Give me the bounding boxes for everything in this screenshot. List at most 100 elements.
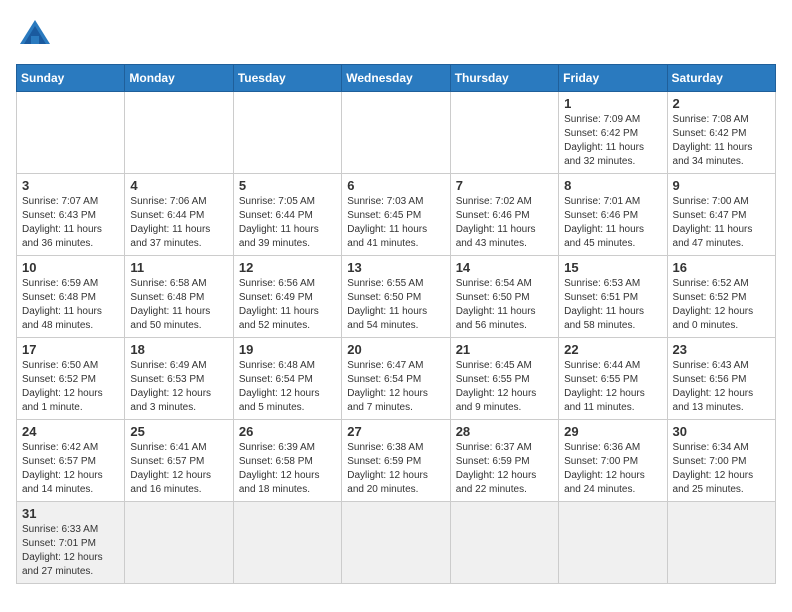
day-number: 4 [130, 178, 227, 193]
calendar-day-cell: 19 Sunrise: 6:48 AM Sunset: 6:54 PM Dayli… [233, 338, 341, 420]
day-number: 9 [673, 178, 770, 193]
weekday-header: Wednesday [342, 65, 450, 92]
calendar-table: SundayMondayTuesdayWednesdayThursdayFrid… [16, 64, 776, 584]
calendar-day-cell: 8 Sunrise: 7:01 AM Sunset: 6:46 PM Daylig… [559, 174, 667, 256]
day-info: Sunrise: 6:42 AM Sunset: 6:57 PM Dayligh… [22, 441, 119, 497]
calendar-day-cell: 10 Sunrise: 6:59 AM Sunset: 6:48 PM Dayli… [17, 256, 125, 338]
day-info: Sunrise: 6:53 AM Sunset: 6:51 PM Dayligh… [564, 277, 661, 333]
day-info: Sunrise: 7:02 AM Sunset: 6:46 PM Dayligh… [456, 195, 553, 251]
calendar-day-cell [233, 92, 341, 174]
day-info: Sunrise: 6:43 AM Sunset: 6:56 PM Dayligh… [673, 359, 770, 415]
weekday-header: Sunday [17, 65, 125, 92]
calendar-day-cell: 12 Sunrise: 6:56 AM Sunset: 6:49 PM Dayli… [233, 256, 341, 338]
day-number: 25 [130, 424, 227, 439]
day-number: 28 [456, 424, 553, 439]
day-info: Sunrise: 6:45 AM Sunset: 6:55 PM Dayligh… [456, 359, 553, 415]
day-number: 29 [564, 424, 661, 439]
calendar-day-cell: 2 Sunrise: 7:08 AM Sunset: 6:42 PM Daylig… [667, 92, 775, 174]
calendar-day-cell: 25 Sunrise: 6:41 AM Sunset: 6:57 PM Dayli… [125, 420, 233, 502]
day-info: Sunrise: 7:05 AM Sunset: 6:44 PM Dayligh… [239, 195, 336, 251]
day-number: 10 [22, 260, 119, 275]
day-info: Sunrise: 7:06 AM Sunset: 6:44 PM Dayligh… [130, 195, 227, 251]
page-header [16, 16, 776, 54]
day-number: 17 [22, 342, 119, 357]
calendar-day-cell: 21 Sunrise: 6:45 AM Sunset: 6:55 PM Dayli… [450, 338, 558, 420]
calendar-day-cell: 4 Sunrise: 7:06 AM Sunset: 6:44 PM Daylig… [125, 174, 233, 256]
weekday-header: Saturday [667, 65, 775, 92]
day-number: 19 [239, 342, 336, 357]
calendar-day-cell: 7 Sunrise: 7:02 AM Sunset: 6:46 PM Daylig… [450, 174, 558, 256]
day-info: Sunrise: 6:36 AM Sunset: 7:00 PM Dayligh… [564, 441, 661, 497]
day-info: Sunrise: 7:07 AM Sunset: 6:43 PM Dayligh… [22, 195, 119, 251]
day-info: Sunrise: 6:39 AM Sunset: 6:58 PM Dayligh… [239, 441, 336, 497]
day-number: 7 [456, 178, 553, 193]
calendar-header: SundayMondayTuesdayWednesdayThursdayFrid… [17, 65, 776, 92]
weekday-header: Thursday [450, 65, 558, 92]
day-info: Sunrise: 7:09 AM Sunset: 6:42 PM Dayligh… [564, 113, 661, 169]
calendar-week-row: 10 Sunrise: 6:59 AM Sunset: 6:48 PM Dayli… [17, 256, 776, 338]
calendar-day-cell: 17Sunrise: 6:50 AM Sunset: 6:52 PM Dayli… [17, 338, 125, 420]
day-number: 15 [564, 260, 661, 275]
day-info: Sunrise: 6:59 AM Sunset: 6:48 PM Dayligh… [22, 277, 119, 333]
day-info: Sunrise: 7:01 AM Sunset: 6:46 PM Dayligh… [564, 195, 661, 251]
day-number: 1 [564, 96, 661, 111]
calendar-day-cell: 26 Sunrise: 6:39 AM Sunset: 6:58 PM Dayli… [233, 420, 341, 502]
calendar-week-row: 31 Sunrise: 6:33 AM Sunset: 7:01 PM Dayli… [17, 502, 776, 584]
calendar-day-cell: 15 Sunrise: 6:53 AM Sunset: 6:51 PM Dayli… [559, 256, 667, 338]
day-info: Sunrise: 6:41 AM Sunset: 6:57 PM Dayligh… [130, 441, 227, 497]
calendar-day-cell [125, 92, 233, 174]
day-number: 2 [673, 96, 770, 111]
calendar-day-cell [342, 502, 450, 584]
day-info: Sunrise: 6:44 AM Sunset: 6:55 PM Dayligh… [564, 359, 661, 415]
calendar-day-cell: 11 Sunrise: 6:58 AM Sunset: 6:48 PM Dayli… [125, 256, 233, 338]
calendar-day-cell: 29 Sunrise: 6:36 AM Sunset: 7:00 PM Dayli… [559, 420, 667, 502]
day-number: 20 [347, 342, 444, 357]
day-number: 5 [239, 178, 336, 193]
day-number: 8 [564, 178, 661, 193]
day-number: 14 [456, 260, 553, 275]
calendar-week-row: 1 Sunrise: 7:09 AM Sunset: 6:42 PM Daylig… [17, 92, 776, 174]
logo-icon [16, 16, 54, 54]
day-number: 24 [22, 424, 119, 439]
calendar-day-cell [667, 502, 775, 584]
weekday-header: Monday [125, 65, 233, 92]
day-number: 11 [130, 260, 227, 275]
calendar-day-cell [559, 502, 667, 584]
day-number: 27 [347, 424, 444, 439]
day-info: Sunrise: 6:37 AM Sunset: 6:59 PM Dayligh… [456, 441, 553, 497]
day-info: Sunrise: 7:00 AM Sunset: 6:47 PM Dayligh… [673, 195, 770, 251]
calendar-day-cell: 22 Sunrise: 6:44 AM Sunset: 6:55 PM Dayli… [559, 338, 667, 420]
day-number: 22 [564, 342, 661, 357]
calendar-week-row: 24 Sunrise: 6:42 AM Sunset: 6:57 PM Dayli… [17, 420, 776, 502]
day-number: 12 [239, 260, 336, 275]
day-info: Sunrise: 6:47 AM Sunset: 6:54 PM Dayligh… [347, 359, 444, 415]
calendar-day-cell: 14Sunrise: 6:54 AM Sunset: 6:50 PM Dayli… [450, 256, 558, 338]
day-info: Sunrise: 6:58 AM Sunset: 6:48 PM Dayligh… [130, 277, 227, 333]
calendar-week-row: 3Sunrise: 7:07 AM Sunset: 6:43 PM Daylig… [17, 174, 776, 256]
calendar-day-cell: 20 Sunrise: 6:47 AM Sunset: 6:54 PM Dayli… [342, 338, 450, 420]
day-info: Sunrise: 6:48 AM Sunset: 6:54 PM Dayligh… [239, 359, 336, 415]
calendar-day-cell: 1 Sunrise: 7:09 AM Sunset: 6:42 PM Daylig… [559, 92, 667, 174]
day-number: 23 [673, 342, 770, 357]
calendar-day-cell: 24 Sunrise: 6:42 AM Sunset: 6:57 PM Dayli… [17, 420, 125, 502]
day-number: 26 [239, 424, 336, 439]
day-info: Sunrise: 7:08 AM Sunset: 6:42 PM Dayligh… [673, 113, 770, 169]
day-number: 30 [673, 424, 770, 439]
day-info: Sunrise: 6:55 AM Sunset: 6:50 PM Dayligh… [347, 277, 444, 333]
calendar-day-cell: 9 Sunrise: 7:00 AM Sunset: 6:47 PM Daylig… [667, 174, 775, 256]
calendar-day-cell: 31 Sunrise: 6:33 AM Sunset: 7:01 PM Dayli… [17, 502, 125, 584]
calendar-day-cell [17, 92, 125, 174]
day-info: Sunrise: 6:33 AM Sunset: 7:01 PM Dayligh… [22, 523, 119, 579]
day-info: Sunrise: 6:49 AM Sunset: 6:53 PM Dayligh… [130, 359, 227, 415]
calendar-day-cell: 6Sunrise: 7:03 AM Sunset: 6:45 PM Daylig… [342, 174, 450, 256]
calendar-day-cell [125, 502, 233, 584]
day-number: 16 [673, 260, 770, 275]
day-number: 21 [456, 342, 553, 357]
calendar-day-cell [450, 502, 558, 584]
day-number: 6 [347, 178, 444, 193]
day-info: Sunrise: 6:56 AM Sunset: 6:49 PM Dayligh… [239, 277, 336, 333]
day-number: 31 [22, 506, 119, 521]
weekday-header: Friday [559, 65, 667, 92]
calendar-week-row: 17Sunrise: 6:50 AM Sunset: 6:52 PM Dayli… [17, 338, 776, 420]
calendar-day-cell: 30Sunrise: 6:34 AM Sunset: 7:00 PM Dayli… [667, 420, 775, 502]
